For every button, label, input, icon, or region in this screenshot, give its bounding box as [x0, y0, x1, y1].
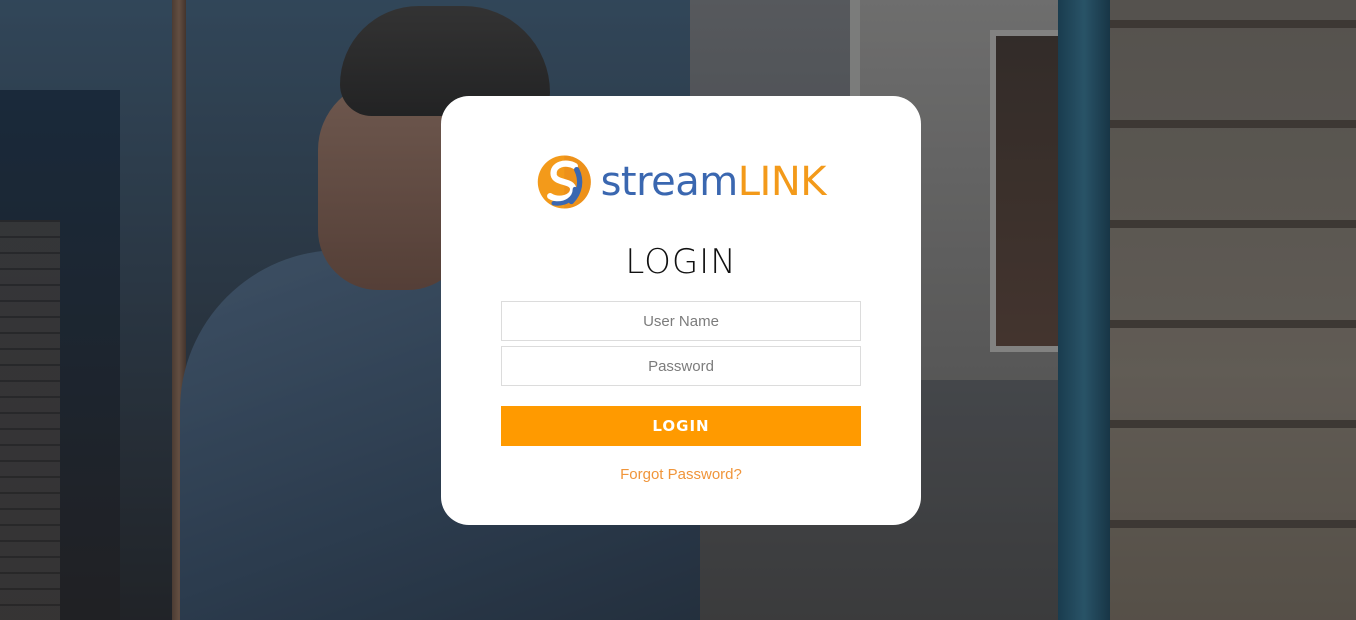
- login-button[interactable]: LOGIN: [501, 406, 861, 446]
- forgot-password-link[interactable]: Forgot Password?: [441, 466, 921, 483]
- streamlink-logo: streamLINK: [536, 149, 827, 215]
- login-card: streamLINK LOGIN LOGIN Forgot Password?: [441, 96, 921, 525]
- logo-text-link: LINK: [737, 159, 827, 205]
- logo-text-stream: stream: [600, 159, 739, 205]
- streamlink-s-logo-icon: [537, 155, 591, 209]
- username-input[interactable]: [501, 301, 861, 341]
- login-title: LOGIN: [625, 242, 737, 282]
- logo-wordmark: streamLINK: [600, 159, 827, 205]
- login-page: streamLINK LOGIN LOGIN Forgot Password?: [0, 0, 1356, 620]
- password-input[interactable]: [501, 346, 861, 386]
